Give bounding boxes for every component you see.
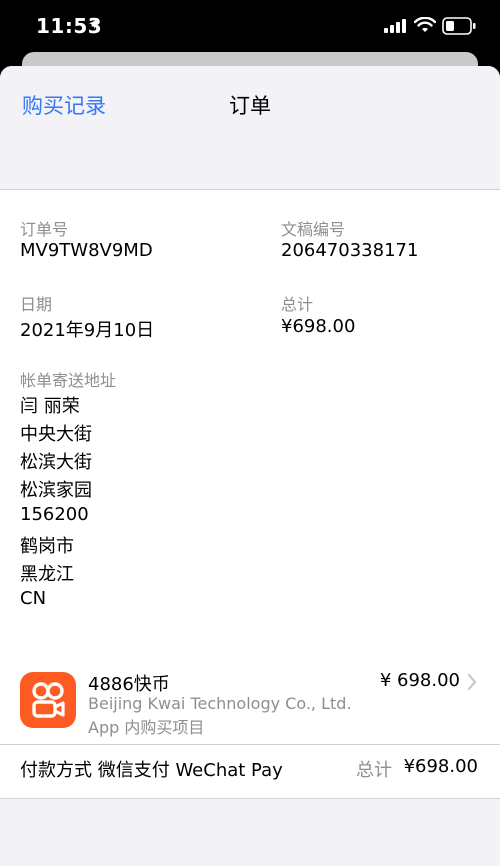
chevron-right-icon — [468, 674, 476, 690]
date-value: 2021年9月10日 — [20, 320, 155, 341]
billing-address-line: 中央大街 — [20, 424, 92, 445]
location-arrow-icon — [89, 19, 99, 29]
billing-address-line: 黑龙江 — [20, 564, 74, 585]
payment-method: 付款方式 微信支付 WeChat Pay — [20, 760, 283, 781]
total-value: ¥698.00 — [281, 316, 356, 337]
total-label: 总计 — [281, 295, 314, 314]
kuaishou-app-icon — [20, 672, 76, 728]
order-sheet: 购买记录 订单 订单号 MV9TW8V9MD 文稿编号 206470338171… — [0, 66, 500, 866]
order-number-label: 订单号 — [20, 220, 69, 239]
billing-address-label: 帐单寄送地址 — [20, 371, 117, 390]
status-bar: 11:53 — [0, 0, 500, 52]
item-price: ¥ 698.00 — [379, 670, 460, 691]
billing-address-line: CN — [20, 588, 47, 609]
document-number-label: 文稿编号 — [281, 220, 346, 239]
purchase-item-card: 4886快币 Beijing Kwai Technology Co., Ltd.… — [0, 658, 500, 799]
item-seller: Beijing Kwai Technology Co., Ltd. — [88, 694, 352, 713]
item-type: App 内购买项目 — [88, 718, 205, 737]
item-name: 4886快币 — [88, 674, 170, 695]
wifi-icon — [414, 17, 436, 32]
payment-total-label: 总计 — [356, 760, 392, 781]
billing-address-line: 156200 — [20, 504, 89, 525]
billing-address-line: 鹤岗市 — [20, 536, 74, 557]
navigation-bar: 购买记录 订单 — [0, 66, 500, 142]
billing-address-line: 松滨家园 — [20, 480, 92, 501]
payment-total-value: ¥698.00 — [403, 756, 478, 777]
divider — [0, 744, 500, 745]
order-number-value: MV9TW8V9MD — [20, 240, 153, 261]
page-title: 订单 — [229, 94, 271, 118]
document-number-value: 206470338171 — [281, 240, 419, 261]
billing-address-line: 松滨大街 — [20, 452, 92, 473]
order-info-card: 订单号 MV9TW8V9MD 文稿编号 206470338171 日期 2021… — [0, 189, 500, 661]
battery-icon — [442, 17, 476, 35]
billing-address-line: 闫 丽荣 — [20, 396, 80, 417]
cellular-signal-icon — [384, 19, 406, 33]
date-label: 日期 — [20, 295, 53, 314]
